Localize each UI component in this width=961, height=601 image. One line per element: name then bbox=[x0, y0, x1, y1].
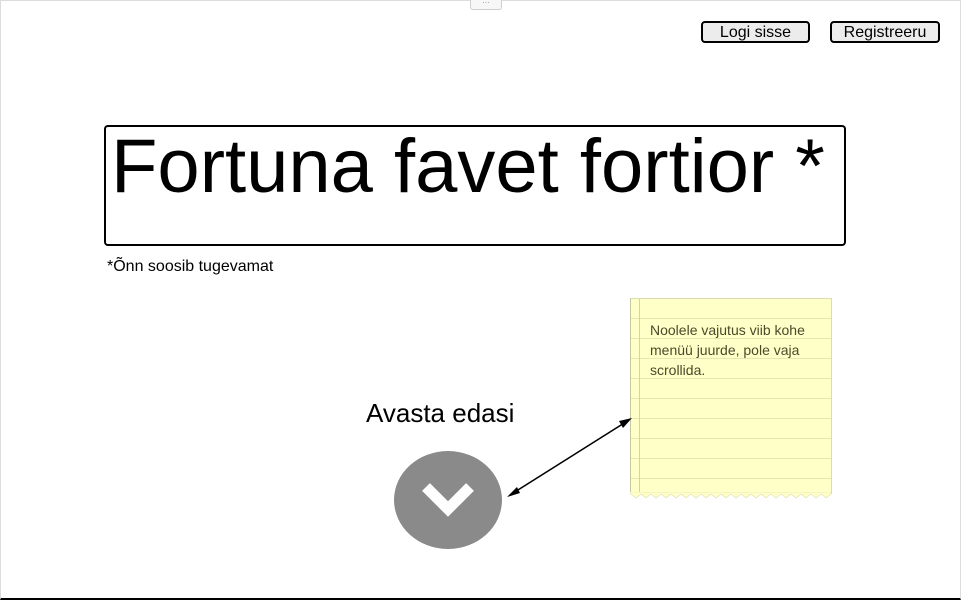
cta-text: Avasta edasi bbox=[366, 398, 515, 428]
login-button[interactable]: Logi sisse bbox=[701, 21, 810, 43]
hero-box: Fortuna favet fortior * bbox=[104, 125, 846, 246]
top-handle[interactable]: ··· bbox=[470, 0, 502, 10]
sticky-note-text: Noolele vajutus viib kohe menüü juurde, … bbox=[650, 322, 805, 378]
sticky-note-torn-edge bbox=[630, 492, 831, 499]
chevron-down-icon bbox=[422, 483, 474, 517]
scroll-down-button[interactable] bbox=[394, 451, 502, 549]
register-button[interactable]: Registreeru bbox=[830, 21, 940, 43]
hero-title: Fortuna favet fortior * bbox=[111, 124, 825, 209]
hero-footnote: *Õnn soosib tugevamat bbox=[107, 258, 274, 275]
sticky-note: Noolele vajutus viib kohe menüü juurde, … bbox=[630, 298, 832, 494]
